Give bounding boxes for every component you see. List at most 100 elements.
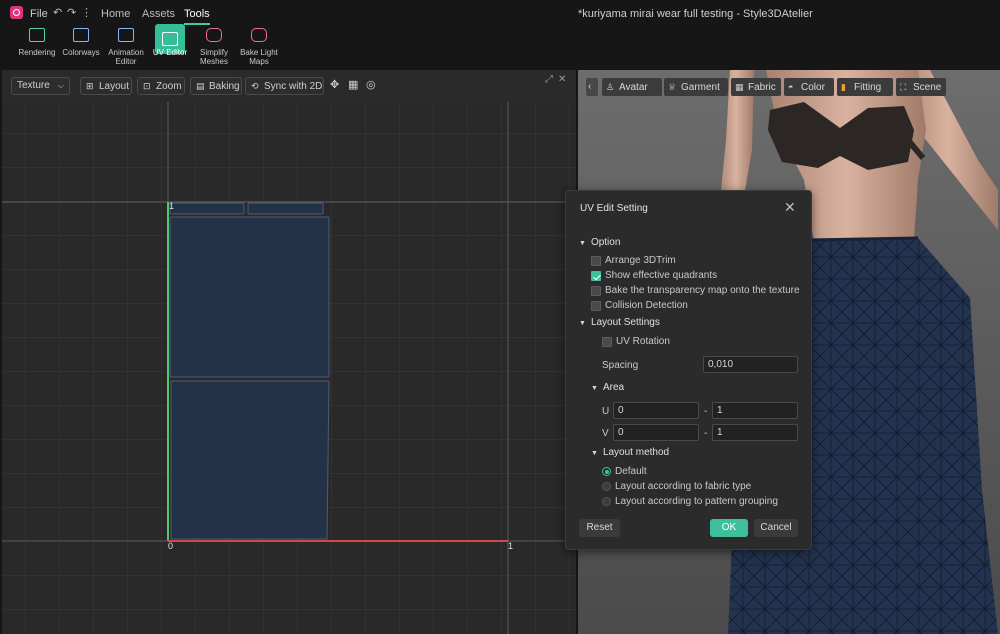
area-v-min-input[interactable]: 0 <box>613 424 699 441</box>
redo-icon[interactable]: ↷ <box>67 6 76 19</box>
checkbox-box <box>591 286 601 296</box>
collision-detection-label: Collision Detection <box>605 300 688 311</box>
radio-selected-icon <box>602 467 611 476</box>
tab-home[interactable]: Home <box>101 8 130 20</box>
tab-scene[interactable]: ⛶ Scene <box>896 78 946 96</box>
tools-ribbon: Rendering Colorways Animation Editor UV … <box>0 24 1000 70</box>
target-icon[interactable]: ◎ <box>366 78 376 91</box>
caret-down-icon: ▼ <box>579 320 586 327</box>
cancel-button[interactable]: Cancel <box>754 519 798 537</box>
tab-fabric[interactable]: ▦ Fabric <box>731 78 781 96</box>
layout-label: Layout <box>99 81 130 92</box>
bake-light-maps-label: Bake Light Maps <box>240 48 278 66</box>
tab-assets[interactable]: Assets <box>142 8 175 20</box>
layout-method-header[interactable]: ▼ Layout method <box>591 447 669 458</box>
checkbox-box <box>591 301 601 311</box>
baking-icon: ▤ <box>196 81 205 91</box>
avatar-icon: ♙ <box>606 82 615 92</box>
checkbox-box <box>591 256 601 266</box>
layout-method-pattern-grouping-label: Layout according to pattern grouping <box>615 496 778 507</box>
radio-icon <box>602 497 611 506</box>
tab-garment-label: Garment <box>681 82 720 93</box>
undo-icon[interactable]: ↶ <box>53 6 62 19</box>
chevron-down-icon: ⌵ <box>57 81 64 90</box>
show-effective-quadrants-label: Show effective quadrants <box>605 270 718 281</box>
simplify-meshes-button[interactable]: Simplify Meshes <box>192 26 236 70</box>
tab-fitting-label: Fitting <box>854 82 882 93</box>
area-u-min-input[interactable]: 0 <box>613 402 699 419</box>
layout-method-fabric-type-label: Layout according to fabric type <box>615 481 752 492</box>
colorways-button[interactable]: Colorways <box>59 26 103 70</box>
bake-light-maps-icon <box>251 28 267 42</box>
layout-icon: ⊞ <box>86 81 94 91</box>
uv-island[interactable] <box>169 202 245 215</box>
texture-mode-select[interactable]: Texture ⌵ <box>11 77 70 95</box>
tab-color-label: Color <box>801 82 825 93</box>
area-u-label: U <box>602 406 610 417</box>
v-max-label: 1 <box>169 201 175 211</box>
file-menu[interactable]: File <box>30 8 48 20</box>
uv-canvas[interactable]: 1 0 1 <box>2 102 576 634</box>
layout-method-heading: Layout method <box>602 447 670 458</box>
layout-button[interactable]: ⊞ Layout <box>80 77 132 95</box>
collapse-tabs-button[interactable]: ‹ <box>586 78 598 96</box>
uv-rotation-label: UV Rotation <box>616 336 670 347</box>
checker-icon[interactable]: ▦ <box>348 78 358 91</box>
rendering-icon <box>29 28 45 42</box>
scene-icon: ⛶ <box>900 82 907 92</box>
bake-light-maps-button[interactable]: Bake Light Maps <box>237 26 281 70</box>
caret-down-icon: ▼ <box>579 240 586 247</box>
uv-island[interactable] <box>169 216 330 378</box>
color-icon: ◓ <box>788 82 794 92</box>
spacing-label: Spacing <box>602 360 639 371</box>
simplify-meshes-icon <box>206 28 222 42</box>
animation-editor-button[interactable]: Animation Editor <box>104 26 148 70</box>
expand-panel-icon[interactable]: ⤢ <box>545 74 553 85</box>
move-icon[interactable]: ✥ <box>330 78 339 91</box>
uv-island[interactable] <box>170 380 330 540</box>
baking-button[interactable]: ▤ Baking <box>190 77 242 95</box>
colorways-icon <box>73 28 89 42</box>
uv-editor-panel: Texture ⌵ ⊞ Layout ⊡ Zoom ▤ Baking ⟲ Sync wi… <box>2 70 576 634</box>
area-u-max-input[interactable]: 1 <box>712 402 798 419</box>
animation-editor-icon <box>118 28 134 42</box>
bake-transparency-label: Bake the transparency map onto the textu… <box>605 285 800 296</box>
area-section-header[interactable]: ▼ Area <box>591 382 624 393</box>
window-title: *kuriyama mirai wear full testing - Styl… <box>578 8 813 20</box>
zoom-label: Zoom <box>156 81 182 92</box>
uv-toolbar: Texture ⌵ ⊞ Layout ⊡ Zoom ▤ Baking ⟲ Sync wi… <box>2 70 576 102</box>
close-panel-icon[interactable]: ✕ <box>558 74 566 85</box>
u-max-label: 1 <box>508 541 514 551</box>
animation-editor-label: Animation Editor <box>108 48 144 66</box>
texture-mode-value: Texture <box>17 80 50 91</box>
more-vertical-icon[interactable]: ⋮ <box>81 6 92 19</box>
close-icon[interactable]: ✕ <box>784 199 796 216</box>
sync-icon: ⟲ <box>251 81 259 91</box>
tab-color[interactable]: ◓ Color <box>784 78 834 96</box>
uv-island[interactable] <box>247 202 324 215</box>
zoom-button[interactable]: ⊡ Zoom <box>137 77 185 95</box>
spacing-input[interactable]: 0,010 <box>703 356 798 373</box>
layout-settings-header[interactable]: ▼ Layout Settings <box>579 317 660 328</box>
reset-button[interactable]: Reset <box>579 519 620 537</box>
uv-editor-button[interactable]: UV Editor <box>148 24 192 70</box>
baking-label: Baking <box>209 81 240 92</box>
layout-settings-heading: Layout Settings <box>590 317 660 328</box>
sync-with-2d-button[interactable]: ⟲ Sync with 2D <box>245 77 324 95</box>
garment-icon: ♕ <box>668 82 677 92</box>
area-u-dash: - <box>704 406 708 417</box>
app-logo-icon <box>10 6 23 19</box>
rendering-button[interactable]: Rendering <box>15 26 59 70</box>
area-v-max-input[interactable]: 1 <box>712 424 798 441</box>
tab-tools[interactable]: Tools <box>184 8 210 25</box>
checkbox-checked-icon <box>591 271 601 281</box>
arrange-3dtrim-label: Arrange 3DTrim <box>605 255 676 266</box>
tab-fitting[interactable]: ▮ Fitting <box>837 78 893 96</box>
dialog-title: UV Edit Setting <box>580 203 648 214</box>
tab-avatar[interactable]: ♙ Avatar <box>602 78 662 96</box>
tab-avatar-label: Avatar <box>619 82 648 93</box>
tab-garment[interactable]: ♕ Garment <box>664 78 728 96</box>
ok-button[interactable]: OK <box>710 519 748 537</box>
option-section-header[interactable]: ▼ Option <box>579 237 620 248</box>
app-window: File ↶ ↷ ⋮ Home Assets Tools *kuriyama m… <box>0 0 1000 634</box>
